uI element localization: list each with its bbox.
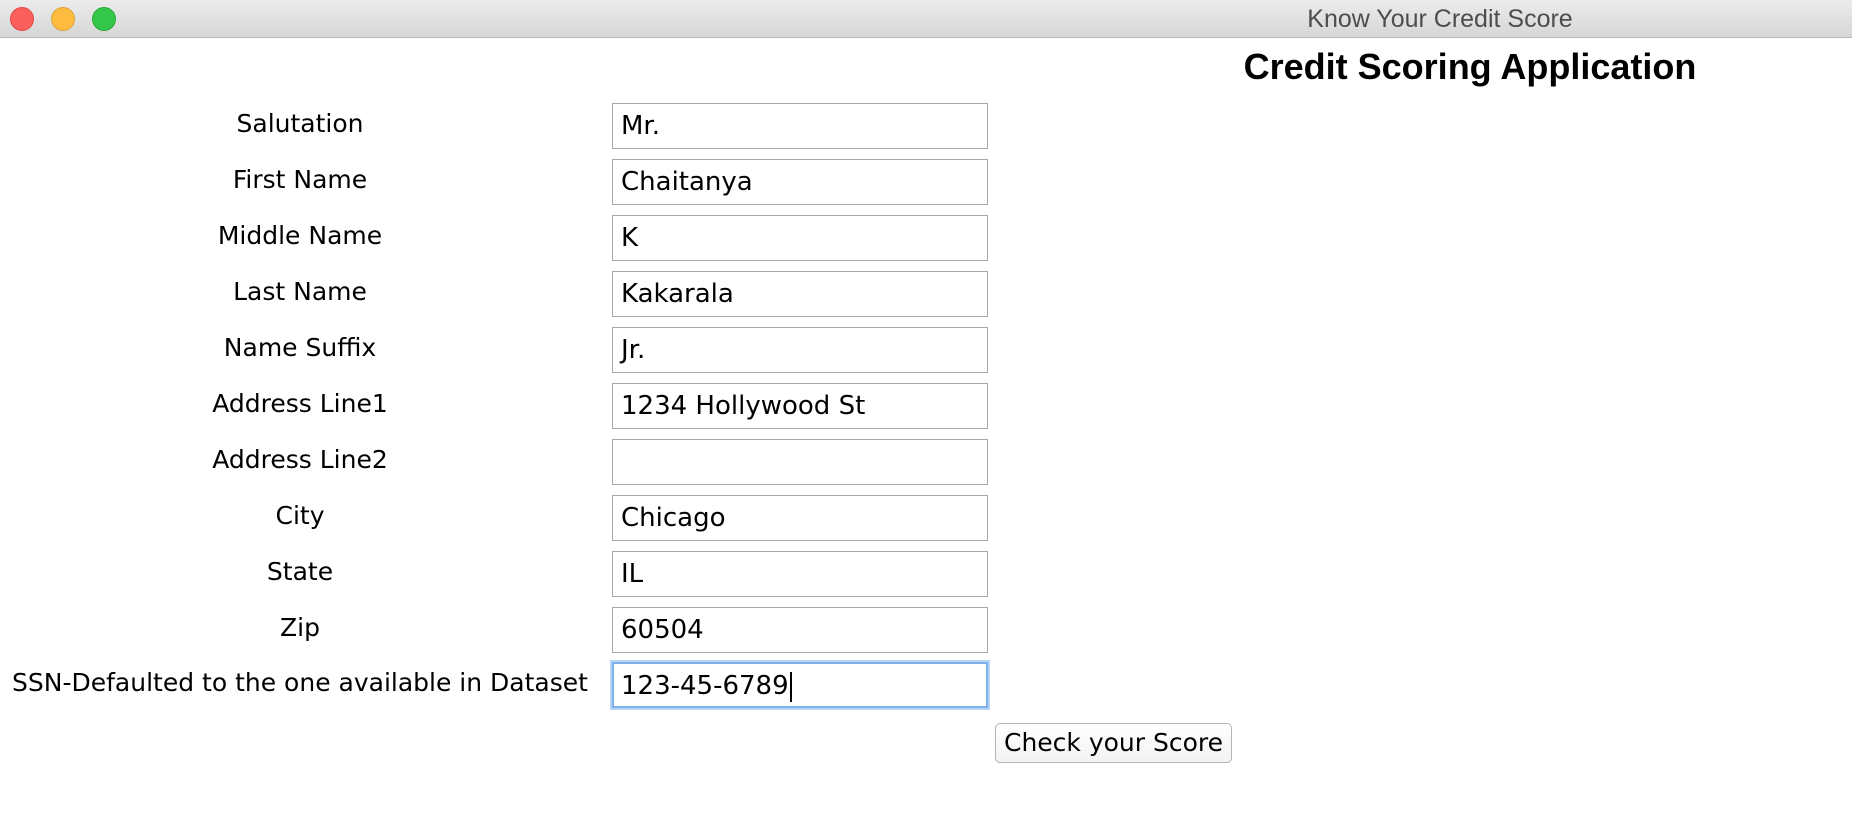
address-line2-field[interactable] [612,439,988,485]
form-row-last-name: Last Name Kakarala [0,271,1000,319]
form-row-first-name: First Name Chaitanya [0,159,1000,207]
zip-label: Zip [280,613,320,642]
app-window: Know Your Credit Score Credit Scoring Ap… [0,0,1852,838]
form-row-city: City Chicago [0,495,1000,543]
title-bar: Know Your Credit Score [0,0,1852,38]
form-row-salutation: Salutation Mr. [0,103,1000,151]
form-row-ssn: SSN-Defaulted to the one available in Da… [0,662,1000,710]
form-row-address-line1: Address Line1 1234 Hollywood St [0,383,1000,431]
text-caret [789,671,792,702]
page-title: Credit Scoring Application [1243,46,1697,87]
city-field[interactable]: Chicago [612,495,988,541]
last-name-label: Last Name [233,277,367,306]
zip-field[interactable]: 60504 [612,607,988,653]
state-field[interactable]: IL [612,551,988,597]
minimize-window-button[interactable] [51,7,75,31]
state-label: State [266,557,334,586]
close-window-button[interactable] [10,7,34,31]
form-row-zip: Zip 60504 [0,607,1000,655]
maximize-window-button[interactable] [92,7,116,31]
city-label: City [275,501,325,530]
ssn-value: 123-45-6789 [621,671,789,701]
check-score-button[interactable]: Check your Score [995,723,1232,763]
ssn-label: SSN-Defaulted to the one available in Da… [12,668,588,697]
address-line1-label: Address Line1 [212,389,388,418]
window-title: Know Your Credit Score [1307,5,1573,33]
ssn-field[interactable]: 123-45-6789 [612,662,988,708]
salutation-label: Salutation [236,109,364,138]
salutation-field[interactable]: Mr. [612,103,988,149]
last-name-field[interactable]: Kakarala [612,271,988,317]
middle-name-field[interactable]: K [612,215,988,261]
form-row-address-line2: Address Line2 [0,439,1000,487]
first-name-label: First Name [232,165,368,194]
form-row-state: State IL [0,551,1000,599]
form-row-name-suffix: Name Suffix Jr. [0,327,1000,375]
address-line2-label: Address Line2 [212,445,388,474]
first-name-field[interactable]: Chaitanya [612,159,988,205]
name-suffix-label: Name Suffix [223,333,377,362]
form-row-middle-name: Middle Name K [0,215,1000,263]
middle-name-label: Middle Name [217,221,383,250]
name-suffix-field[interactable]: Jr. [612,327,988,373]
address-line1-field[interactable]: 1234 Hollywood St [612,383,988,429]
